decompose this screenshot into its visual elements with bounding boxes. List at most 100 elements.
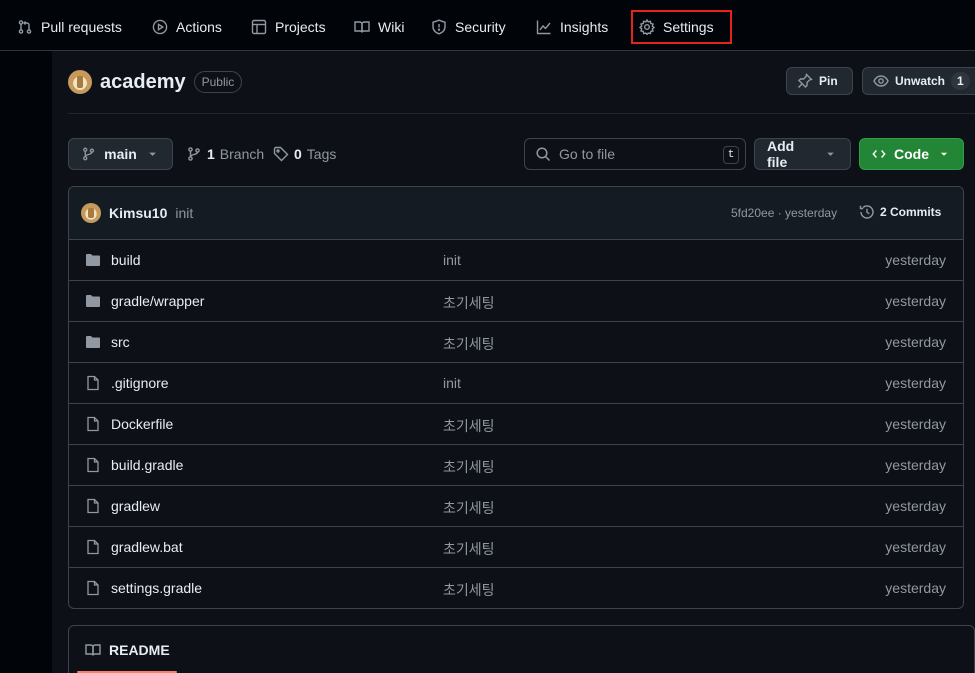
folder-icon [85, 293, 101, 312]
pin-icon [798, 73, 813, 88]
repo-header: academy Public [68, 68, 243, 96]
folder-icon [85, 334, 101, 353]
repo-nav: Pull requests Actions Projects Wiki Secu… [0, 0, 975, 51]
unwatch-button[interactable]: Unwatch 1 [862, 67, 975, 95]
branches-link[interactable]: 1 Branch [186, 138, 264, 170]
file-name-link[interactable]: Dockerfile [111, 416, 173, 432]
file-table: Kimsu10 init 5fd20ee · yesterday 2 Commi… [68, 186, 964, 609]
file-row: src 초기세팅 yesterday [69, 322, 963, 363]
tab-projects[interactable]: Projects [251, 11, 326, 43]
file-name-link[interactable]: build [111, 252, 141, 268]
tab-wiki[interactable]: Wiki [354, 11, 404, 43]
commits-count-label: 2 Commits [880, 205, 942, 219]
file-row: build init yesterday [69, 240, 963, 281]
graph-icon [536, 20, 551, 35]
visibility-badge: Public [193, 71, 243, 93]
unwatch-label: Unwatch [895, 74, 946, 88]
file-name-link[interactable]: .gitignore [111, 375, 169, 391]
file-commit-message[interactable]: init [443, 375, 461, 391]
file-commit-message[interactable]: 초기세팅 [443, 293, 495, 313]
readme-label: README [109, 642, 170, 658]
tab-insights[interactable]: Insights [536, 11, 608, 43]
tab-label: Security [455, 19, 506, 35]
tab-pull-requests[interactable]: Pull requests [17, 11, 122, 43]
tag-label: Tags [306, 146, 337, 162]
file-commit-message[interactable]: 초기세팅 [443, 498, 495, 518]
commit-author[interactable]: Kimsu10 [109, 205, 167, 221]
tags-link[interactable]: 0 Tags [273, 138, 336, 170]
file-name-link[interactable]: gradlew [111, 498, 160, 514]
commits-link[interactable]: 2 Commits [859, 204, 941, 220]
table-icon [251, 19, 267, 35]
shortcut-key: t [723, 146, 739, 164]
branch-label: Branch [219, 146, 265, 162]
pull-request-icon [18, 20, 32, 34]
file-row: settings.gradle 초기세팅 yesterday [69, 568, 963, 608]
file-row: gradle/wrapper 초기세팅 yesterday [69, 281, 963, 322]
file-row: .gitignore init yesterday [69, 363, 963, 404]
tab-label: Projects [275, 19, 326, 35]
latest-commit-bar: Kimsu10 init 5fd20ee · yesterday 2 Commi… [69, 187, 963, 240]
tab-security[interactable]: Security [431, 11, 506, 43]
file-icon [85, 539, 101, 558]
code-label: Code [894, 146, 929, 162]
tag-icon [273, 146, 289, 162]
settings-highlight-box [631, 10, 732, 44]
commit-hash-time[interactable]: 5fd20ee · yesterday [731, 206, 837, 220]
left-gutter [0, 51, 52, 673]
file-icon [85, 375, 101, 394]
go-to-file-search[interactable]: t [524, 138, 746, 170]
eye-icon [873, 75, 889, 87]
file-name-link[interactable]: src [111, 334, 130, 350]
file-row: gradlew.bat 초기세팅 yesterday [69, 527, 963, 568]
triangle-down-icon [149, 152, 156, 156]
pin-button[interactable]: Pin [786, 67, 853, 95]
tab-label: Pull requests [41, 19, 122, 35]
repo-name[interactable]: academy [100, 71, 186, 94]
branch-icon [188, 147, 200, 161]
file-icon [85, 416, 101, 435]
file-commit-message[interactable]: 초기세팅 [443, 457, 495, 477]
file-commit-message[interactable]: 초기세팅 [443, 334, 495, 354]
file-name-link[interactable]: settings.gradle [111, 580, 202, 596]
file-commit-date: yesterday [885, 580, 946, 596]
book-icon [354, 21, 370, 33]
tab-label: Wiki [378, 19, 405, 35]
add-file-label: Add file [767, 138, 795, 170]
branch-selector[interactable]: main [68, 138, 173, 170]
file-commit-date: yesterday [885, 539, 946, 555]
book-icon [85, 644, 101, 656]
file-row: build.gradle 초기세팅 yesterday [69, 445, 963, 486]
file-commit-message[interactable]: 초기세팅 [443, 539, 495, 559]
tab-label: Insights [560, 19, 609, 35]
file-name-link[interactable]: gradle/wrapper [111, 293, 204, 309]
branch-icon [83, 147, 95, 161]
file-icon [85, 457, 101, 476]
code-button[interactable]: Code [859, 138, 964, 170]
file-icon [85, 580, 101, 599]
file-commit-message[interactable]: 초기세팅 [443, 416, 495, 436]
file-commit-message[interactable]: 초기세팅 [443, 580, 495, 600]
readme-panel: README [68, 625, 975, 673]
divider [68, 113, 975, 114]
file-name-link[interactable]: build.gradle [111, 457, 183, 473]
file-commit-date: yesterday [885, 375, 946, 391]
avatar[interactable] [81, 203, 101, 223]
tab-label: Actions [176, 19, 222, 35]
avatar[interactable] [68, 70, 92, 94]
code-icon [872, 150, 886, 158]
file-commit-message[interactable]: init [443, 252, 461, 268]
shield-icon [432, 19, 446, 35]
tab-actions[interactable]: Actions [152, 11, 222, 43]
file-row: Dockerfile 초기세팅 yesterday [69, 404, 963, 445]
triangle-down-icon [827, 152, 834, 156]
search-input[interactable] [559, 146, 709, 162]
file-commit-date: yesterday [885, 252, 946, 268]
file-name-link[interactable]: gradlew.bat [111, 539, 183, 555]
file-list: build init yesterday gradle/wrapper 초기세팅 yest… [69, 240, 963, 608]
branch-name: main [104, 146, 137, 162]
readme-tab[interactable]: README [85, 642, 170, 658]
triangle-down-icon [940, 152, 948, 156]
add-file-button[interactable]: Add file [754, 138, 851, 170]
commit-message[interactable]: init [175, 205, 193, 221]
